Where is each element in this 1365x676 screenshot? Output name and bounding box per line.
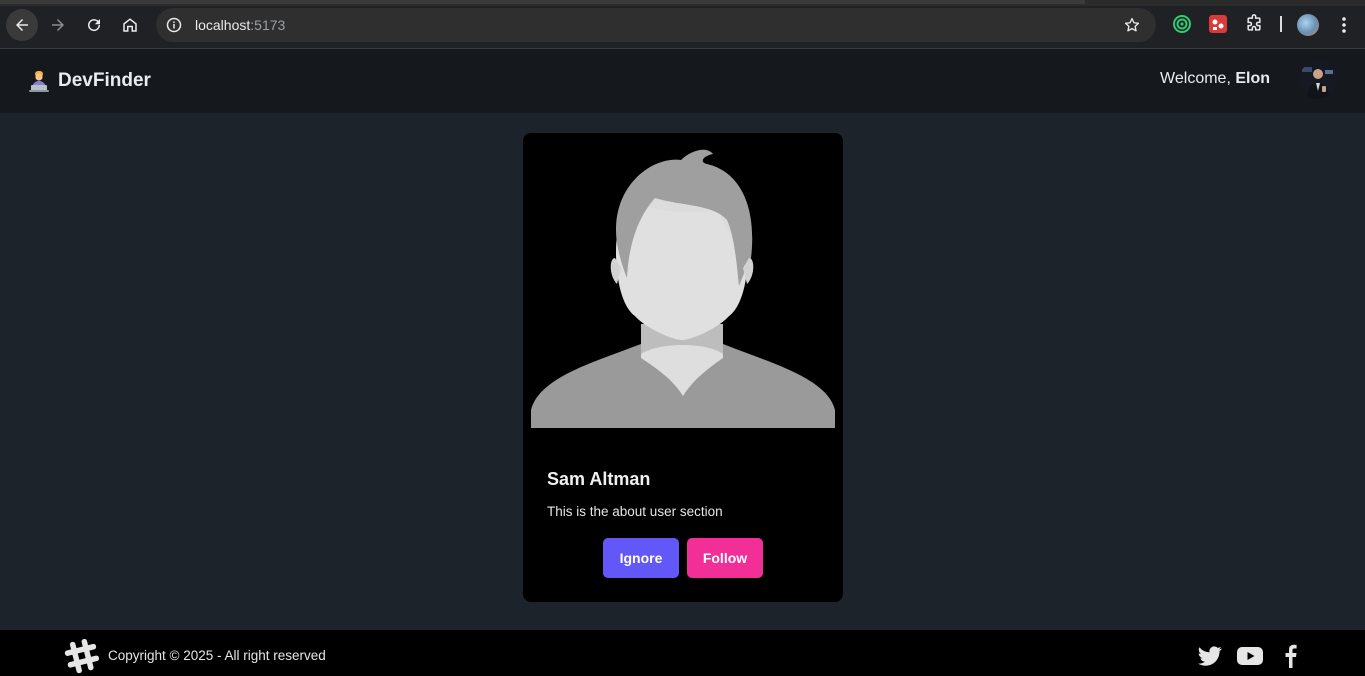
extensions-puzzle-icon[interactable] bbox=[1244, 14, 1264, 34]
follow-button[interactable]: Follow bbox=[687, 538, 763, 578]
user-avatar[interactable] bbox=[1299, 61, 1337, 99]
extension-red-icon[interactable] bbox=[1208, 14, 1228, 34]
brand-title: DevFinder bbox=[58, 70, 151, 91]
reload-button[interactable] bbox=[78, 9, 110, 41]
twitter-icon[interactable] bbox=[1197, 644, 1223, 668]
browser-menu-icon[interactable] bbox=[1334, 15, 1354, 35]
tab-strip bbox=[0, 0, 1365, 6]
forward-button[interactable] bbox=[42, 9, 74, 41]
toolbar-divider bbox=[1280, 16, 1282, 32]
user-card: Sam Altman This is the about user sectio… bbox=[523, 133, 843, 602]
ignore-button[interactable]: Ignore bbox=[603, 538, 679, 578]
arrow-left-icon bbox=[16, 19, 28, 31]
home-button[interactable] bbox=[114, 9, 146, 41]
url-text: localhost:5173 bbox=[195, 17, 285, 33]
welcome-text: Welcome, Elon bbox=[1160, 70, 1270, 88]
site-info-icon[interactable] bbox=[166, 17, 182, 33]
url-port: :5173 bbox=[250, 17, 286, 33]
browser-profile-avatar[interactable] bbox=[1297, 14, 1319, 36]
back-button[interactable] bbox=[6, 9, 38, 41]
arrow-right-icon bbox=[52, 19, 64, 31]
app-navbar: DevFinder Welcome, Elon bbox=[0, 49, 1365, 113]
url-host: localhost bbox=[195, 17, 251, 33]
hashtag-logo-icon bbox=[64, 638, 100, 674]
welcome-prefix: Welcome, bbox=[1160, 70, 1236, 87]
address-bar[interactable]: localhost:5173 bbox=[156, 8, 1156, 42]
welcome-user-name: Elon bbox=[1235, 70, 1270, 87]
active-tab[interactable] bbox=[0, 0, 1085, 4]
user-name: Sam Altman bbox=[547, 469, 651, 489]
home-icon bbox=[123, 18, 137, 32]
browser-toolbar: localhost:5173 bbox=[0, 0, 1365, 49]
extension-target-icon[interactable] bbox=[1172, 14, 1192, 34]
reload-icon bbox=[88, 19, 101, 32]
youtube-icon[interactable] bbox=[1237, 644, 1263, 668]
technologist-emoji-icon bbox=[29, 71, 49, 92]
bookmark-star-icon[interactable] bbox=[1123, 16, 1141, 34]
user-about: This is the about user section bbox=[547, 504, 723, 519]
brand-link[interactable]: DevFinder bbox=[28, 69, 151, 93]
facebook-icon[interactable] bbox=[1282, 644, 1298, 668]
user-photo-placeholder bbox=[531, 149, 835, 428]
copyright-text: Copyright © 2025 - All right reserved bbox=[108, 648, 326, 663]
footer: Copyright © 2025 - All right reserved bbox=[0, 630, 1365, 676]
